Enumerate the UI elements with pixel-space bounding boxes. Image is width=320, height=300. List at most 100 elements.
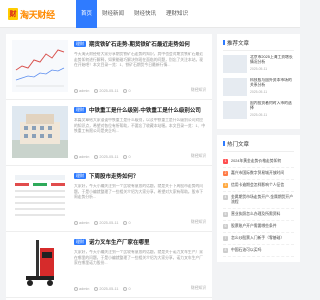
eye-icon (123, 220, 128, 225)
hot-item-title[interactable]: 2024年黄金走势价格走势如何 (231, 159, 281, 164)
hot-item-title[interactable]: 金属期货市场走势开户-金属期货开户流程 (231, 195, 294, 205)
article-meta: admin 2025-05-11 0 财经知识 (74, 88, 206, 93)
author: admin (79, 286, 90, 291)
recommended-item-date: 2025-05-11 (250, 113, 268, 117)
hot-item[interactable]: 2 嘉兴市国际数字贸易城开放时间 (223, 168, 294, 180)
article-title[interactable]: 下周股市走势如何？ (89, 172, 139, 180)
author: admin (79, 220, 90, 225)
recommended-thumbnail[interactable] (223, 101, 247, 119)
article-excerpt: 今天淘天财经给大家分享期货铁矿石走势的知识，其中也会对期货铁矿石最近走势如何进行… (74, 52, 204, 67)
hot-item[interactable]: 6 股票账户开户需要哪些条件 (223, 221, 294, 233)
recommended-item[interactable]: 北京市2025上海工资增长情况分析 2025-05-11 (223, 55, 294, 73)
category-tag[interactable]: 理财 (74, 107, 86, 113)
list-item[interactable]: 理财 下周股市走势如何？ 大家好，今天小编关注到一个比较有意思的话题，就是关于下… (6, 166, 212, 232)
article-excerpt: 大家好，今天小编关注到一个比较有意思的话题，就是关于下周股市走势的问题，于是小编… (74, 184, 204, 199)
category-tag[interactable]: 理财 (74, 239, 86, 245)
article-excerpt: 大家好，今天小编关注到一个比较有意思的话题，就是关于诺力叉车生产厂家在哪里的问题… (74, 250, 204, 265)
author: admin (79, 88, 90, 93)
user-icon (74, 286, 78, 291)
hot-item[interactable]: 7 怎么炒股票入门新手（零基础） (223, 233, 294, 245)
list-item[interactable]: 理财 期货铁矿石走势-期货铁矿石最近走势如何 今天淘天财经给大家分享期货铁矿石走… (6, 34, 212, 100)
category-link[interactable]: 财经知识 (191, 286, 206, 291)
sidebar: 推荐文章 北京市2025上海工资增长情况分析 2025-05-11 科技股与国外… (217, 34, 300, 268)
hot-articles-title: 热门文章 (223, 140, 294, 152)
hot-articles-card: 热门文章 1 2024年黄金走势价格走势如何 2 嘉兴市国际数字贸易城开放时间 3信… (217, 135, 300, 262)
date: 2025-05-11 (99, 154, 119, 159)
user-icon (74, 154, 78, 159)
date: 2025-05-11 (99, 286, 119, 291)
article-meta: admin 2025-05-11 0 财经知识 (74, 286, 206, 291)
article-title[interactable]: 中铁重工是什么级别-中铁重工是什么级别公司 (89, 106, 201, 114)
building-image (12, 106, 68, 158)
nav-finance-knowledge[interactable]: 理财知识 (161, 0, 193, 28)
recommended-item-date: 2025-05-11 (250, 67, 268, 71)
recommended-thumbnail[interactable] (223, 55, 247, 73)
rank-badge: 5 (223, 212, 228, 217)
eye-icon (123, 154, 128, 159)
date: 2025-05-11 (99, 88, 119, 93)
stock-app-image (12, 172, 68, 224)
recommended-item-title[interactable]: 国内投资者何时入市的选择 (250, 101, 294, 111)
hot-item[interactable]: 8 中国石油可以买吗 (223, 245, 294, 257)
top-navigation-bar: 财 淘天财经 首页 财经新闻 财经快讯 理财知识 (0, 0, 300, 28)
site-logo[interactable]: 财 淘天财经 (8, 7, 55, 21)
clock-icon (94, 154, 99, 159)
recommended-thumbnail[interactable] (223, 78, 247, 96)
rank-badge: 1 (223, 159, 228, 164)
hot-item-title[interactable]: 营业执照怎么办理及所需资料 (231, 212, 280, 217)
hot-item-title[interactable]: 嘉兴市国际数字贸易城开放时间 (231, 171, 284, 176)
hot-item[interactable]: 4 金属期货市场走势开户-金属期货开户流程 (223, 192, 294, 209)
article-title[interactable]: 诺力叉车生产厂家在哪里 (89, 238, 150, 246)
category-link[interactable]: 财经知识 (191, 220, 206, 225)
category-tag[interactable]: 理财 (74, 173, 86, 179)
hot-item[interactable]: 3 信用卡逾期会怎样影响个人征信 (223, 180, 294, 192)
recommended-item-date: 2025-05-11 (250, 90, 268, 94)
views: 0 (128, 88, 131, 93)
forklift-image (12, 238, 68, 290)
hot-item[interactable]: 5 营业执照怎么办理及所需资料 (223, 209, 294, 221)
list-item[interactable]: 理财 中铁重工是什么级别-中铁重工是什么级别公司 本篇文章给大家谈谈中铁重工是什… (6, 100, 212, 166)
category-link[interactable]: 财经知识 (191, 88, 206, 93)
rank-badge: 2 (223, 171, 228, 176)
article-meta: admin 2025-05-11 0 财经知识 (74, 220, 206, 225)
views: 0 (128, 154, 131, 159)
recommended-item[interactable]: 国内投资者何时入市的选择 2025-05-11 (223, 101, 294, 119)
article-thumbnail-building[interactable] (12, 106, 68, 158)
user-icon (74, 88, 78, 93)
article-title[interactable]: 期货铁矿石走势-期货铁矿石最近走势如何 (89, 40, 190, 48)
article-thumbnail-stock-screen[interactable] (12, 172, 68, 224)
hot-item-title[interactable]: 股票账户开户需要哪些条件 (231, 224, 277, 229)
eye-icon (123, 88, 128, 93)
rank-badge: 3 (223, 183, 228, 188)
article-thumbnail-chart[interactable] (12, 40, 68, 92)
clock-icon (94, 286, 99, 291)
nav-finance-news[interactable]: 财经新闻 (97, 0, 129, 28)
article-meta: admin 2025-05-11 0 财经知识 (74, 154, 206, 159)
author: admin (79, 154, 90, 159)
category-link[interactable]: 财经知识 (191, 154, 206, 159)
list-item[interactable]: 理财 诺力叉车生产厂家在哪里 大家好，今天小编关注到一个比较有意思的话题，就是关… (6, 232, 212, 298)
recommended-item[interactable]: 科技股与国外资本市场的关系分析 2025-05-11 (223, 78, 294, 96)
category-tag[interactable]: 理财 (74, 41, 86, 47)
article-thumbnail-forklift[interactable] (12, 238, 68, 290)
rank-badge: 7 (223, 236, 228, 241)
hot-item[interactable]: 1 2024年黄金走势价格走势如何 (223, 156, 294, 168)
views: 0 (128, 220, 131, 225)
logo-mark-icon: 财 (8, 8, 18, 20)
user-icon (74, 220, 78, 225)
recommended-item-title[interactable]: 北京市2025上海工资增长情况分析 (250, 55, 294, 65)
date: 2025-05-11 (99, 220, 119, 225)
main-nav: 首页 财经新闻 财经快讯 理财知识 (76, 0, 193, 28)
hot-item-title[interactable]: 中国石油可以买吗 (231, 248, 261, 253)
nav-home[interactable]: 首页 (76, 0, 98, 28)
article-list: 理财 期货铁矿石走势-期货铁矿石最近走势如何 今天淘天财经给大家分享期货铁矿石走… (6, 34, 212, 300)
views: 0 (128, 286, 131, 291)
article-excerpt: 本篇文章给大家谈谈中铁重工是什么级别，以及中铁重工是什么级别公司对应的知识点，希… (74, 118, 206, 133)
rank-badge: 8 (223, 248, 228, 253)
nav-flash-news[interactable]: 财经快讯 (129, 0, 161, 28)
recommended-item-title[interactable]: 科技股与国外资本市场的关系分析 (250, 78, 294, 88)
hot-item-title[interactable]: 怎么炒股票入门新手（零基础） (231, 236, 284, 241)
hot-item-title[interactable]: 信用卡逾期会怎样影响个人征信 (231, 183, 284, 188)
recommended-title: 推荐文章 (223, 39, 294, 51)
clock-icon (94, 88, 99, 93)
